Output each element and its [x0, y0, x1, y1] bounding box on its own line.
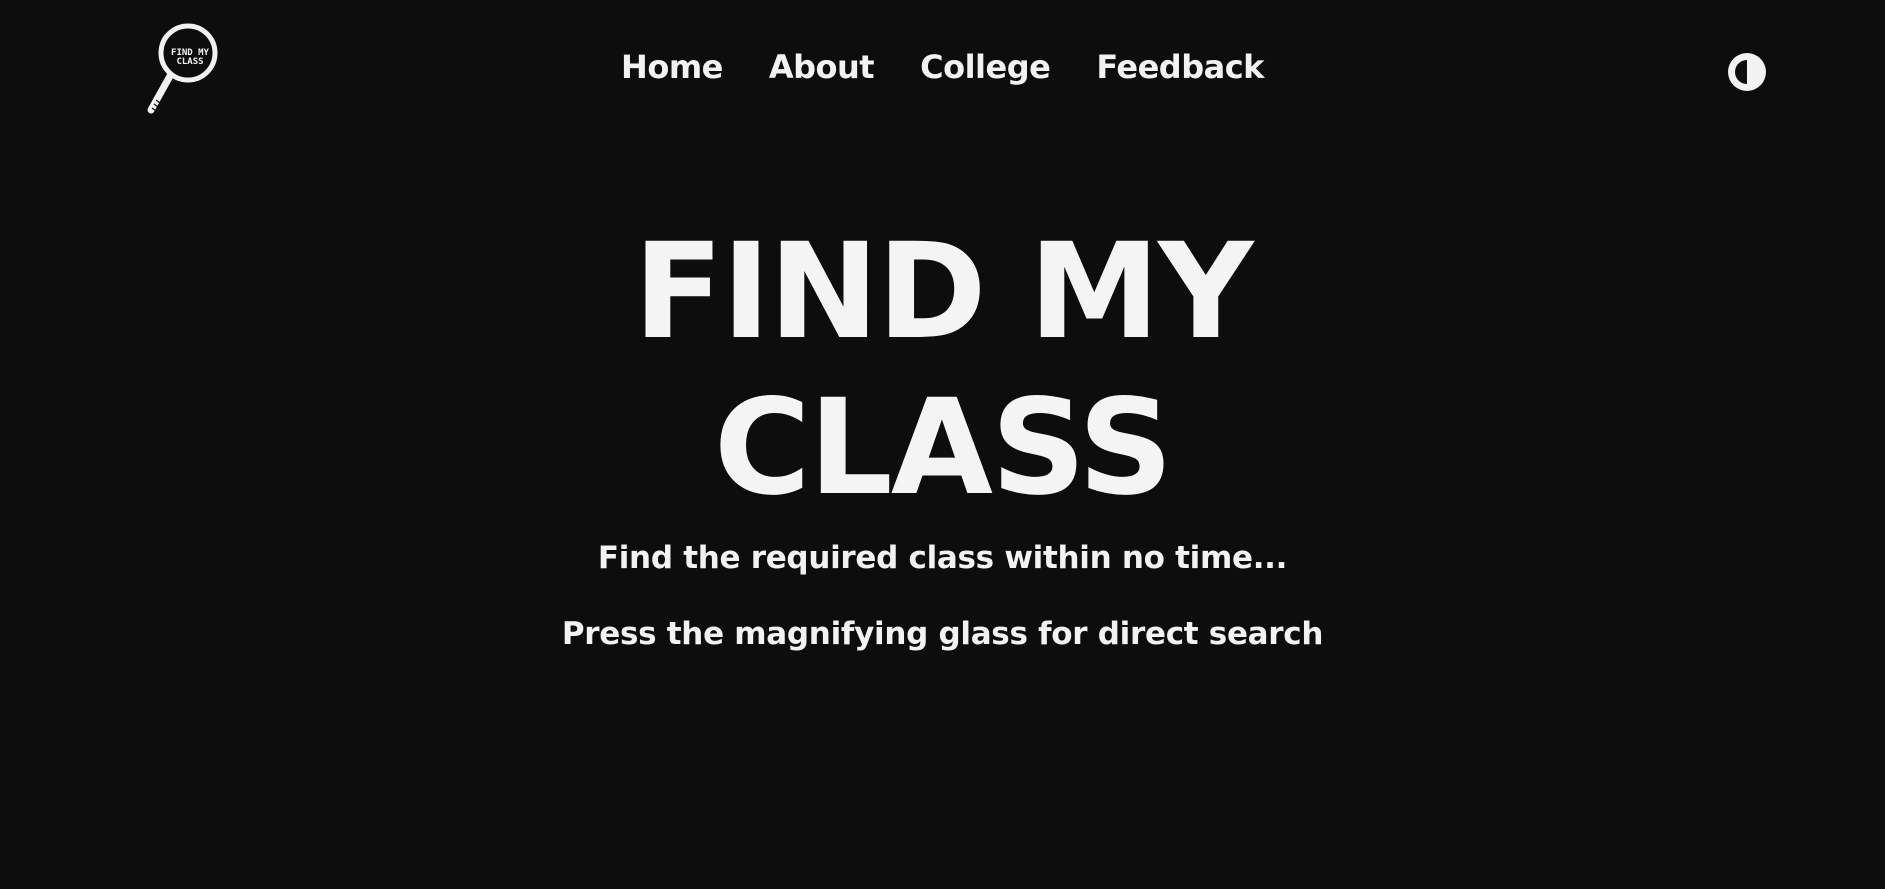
hero-title-line1: FIND MY	[633, 215, 1253, 369]
hero-title-line2: CLASS	[713, 371, 1173, 525]
hero-instruction: Press the magnifying glass for direct se…	[561, 616, 1324, 652]
theme-toggle-button[interactable]	[1726, 51, 1768, 93]
page: FIND MY CLASS Home About College Feedbac…	[0, 0, 1885, 889]
main-nav: Home About College Feedback	[0, 48, 1885, 86]
hero-section: FIND MY CLASS	[0, 214, 1885, 526]
nav-home-link[interactable]: Home	[621, 48, 723, 86]
hero-title: FIND MY CLASS	[0, 214, 1885, 526]
contrast-icon	[1728, 53, 1766, 91]
nav-feedback-link[interactable]: Feedback	[1096, 48, 1264, 86]
hero-tagline: Find the required class within no time..…	[597, 540, 1288, 576]
nav-about-link[interactable]: About	[769, 48, 875, 86]
nav-college-link[interactable]: College	[920, 48, 1051, 86]
